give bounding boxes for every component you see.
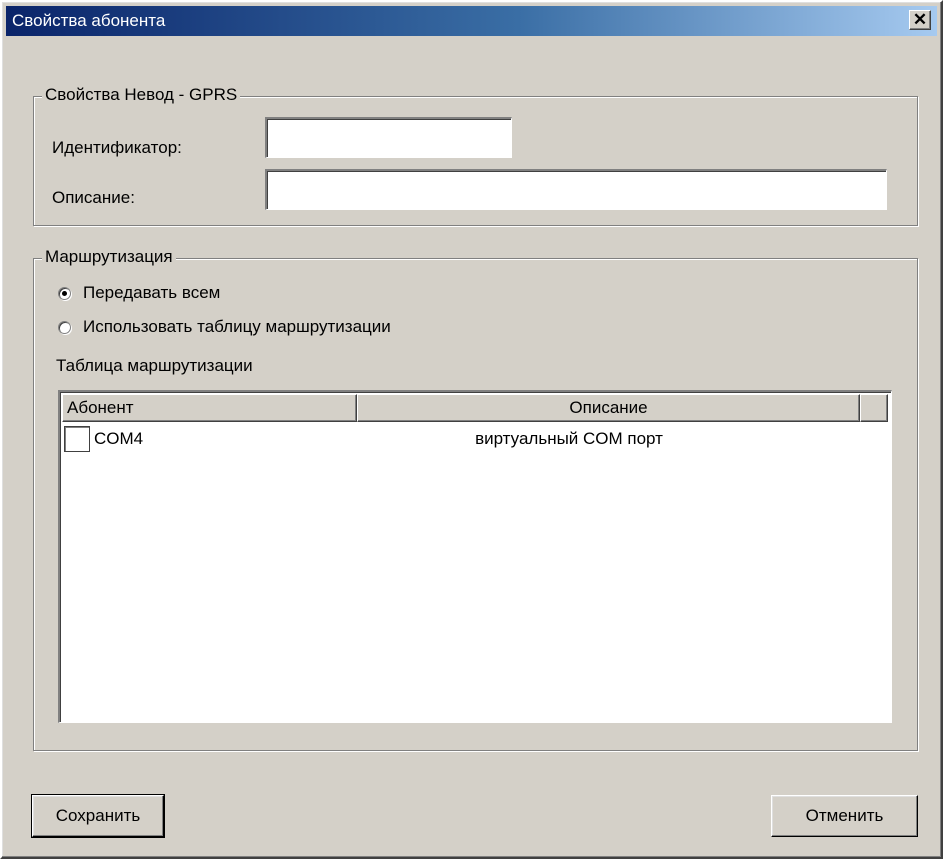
radio-use-table-button[interactable] xyxy=(58,320,71,334)
radio-send-all[interactable]: Передавать всем xyxy=(58,283,220,303)
table-header: Абонент Описание xyxy=(62,394,888,422)
radio-use-table-label: Использовать таблицу маршрутизации xyxy=(83,317,391,336)
table-row[interactable]: COM4 виртуальный COM порт xyxy=(64,426,884,452)
routing-table[interactable]: Абонент Описание COM4 виртуальный COM по… xyxy=(58,390,892,723)
identifier-label: Идентификатор: xyxy=(52,138,182,157)
column-header-filler xyxy=(860,394,888,422)
routing-group-legend: Маршрутизация xyxy=(42,247,176,267)
title-bar[interactable]: Свойства абонента ✕ xyxy=(6,6,937,36)
window-title: Свойства абонента xyxy=(12,11,166,30)
description-label: Описание: xyxy=(52,188,135,207)
description-field[interactable] xyxy=(265,169,887,210)
close-button[interactable]: ✕ xyxy=(909,10,931,30)
properties-group-legend: Свойства Невод - GPRS xyxy=(42,85,241,105)
dialog-window: Свойства абонента ✕ Свойства Невод - GPR… xyxy=(0,0,943,859)
row-checkbox[interactable] xyxy=(64,426,90,452)
save-button[interactable]: Сохранить xyxy=(31,794,165,838)
identifier-field[interactable] xyxy=(265,117,512,158)
routing-table-label: Таблица маршрутизации xyxy=(56,356,253,375)
radio-use-table[interactable]: Использовать таблицу маршрутизации xyxy=(58,317,391,337)
cancel-button[interactable]: Отменить xyxy=(771,795,918,837)
row-subscriber: COM4 xyxy=(94,429,144,448)
row-description: виртуальный COM порт xyxy=(475,429,663,448)
properties-groupbox: Свойства Невод - GPRS Идентификатор: Опи… xyxy=(33,85,918,226)
column-header-subscriber[interactable]: Абонент xyxy=(62,394,357,422)
radio-send-all-button[interactable] xyxy=(58,286,71,300)
routing-groupbox: Маршрутизация Передавать всем Использова… xyxy=(33,247,918,751)
radio-send-all-label: Передавать всем xyxy=(83,283,221,302)
close-icon: ✕ xyxy=(912,10,928,29)
column-header-description[interactable]: Описание xyxy=(357,394,860,422)
